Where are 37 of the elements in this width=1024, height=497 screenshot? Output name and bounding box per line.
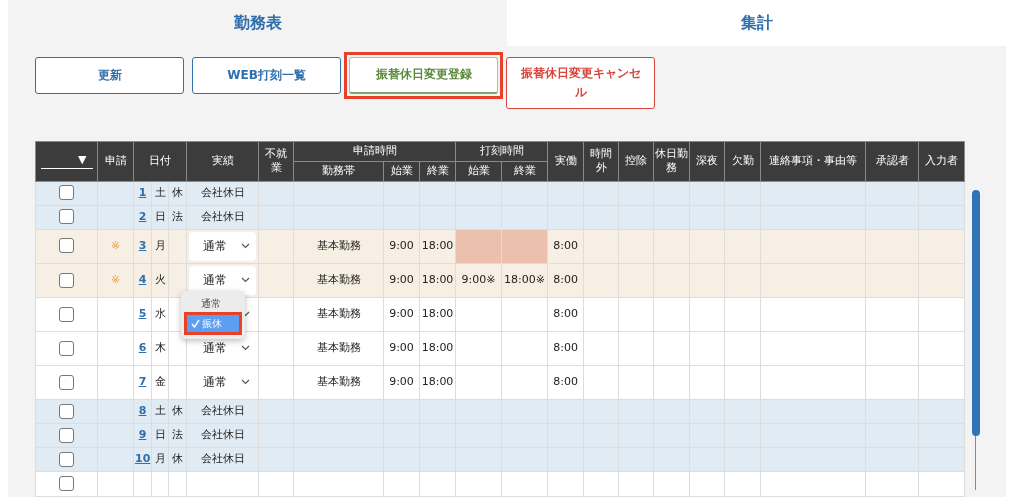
column-header: 打刻時間 [455,141,548,162]
date-link[interactable]: 5 [138,307,147,321]
column-header: 欠勤 [724,141,761,182]
action-button[interactable]: 振替休日変更キャンセル [506,57,655,110]
column-header: 承認者 [865,141,919,182]
result-select[interactable]: 通常 [189,231,256,261]
action-button[interactable]: 更新 [35,57,184,94]
shift-cell: 基本勤務 [293,229,384,264]
column-header: 控除 [618,141,654,182]
column-header: 連絡事項・事由等 [760,141,866,182]
dropdown-option[interactable]: 振休 [187,314,239,332]
date-link[interactable]: 3 [138,239,147,252]
column-header: 実働 [547,141,584,182]
action-button[interactable]: 振替休日変更登録 [349,57,498,94]
punch-time-cell: 9:00※ [455,263,502,298]
date-link[interactable]: 7 [138,375,147,389]
action-button[interactable]: WEB打刻一覧 [192,57,341,94]
select-all-header[interactable]: ▼ [35,141,98,182]
select-all-dropdown[interactable]: ▼ [40,153,93,170]
shift-cell: 基本勤務 [293,263,384,298]
shift-cell: 基本勤務 [293,331,384,366]
date-link[interactable]: 4 [138,273,147,286]
column-header: 不就業 [258,141,294,182]
column-header: 申請 [97,141,134,182]
date-link[interactable]: 6 [138,341,147,355]
column-header: 休日勤務 [653,141,690,182]
column-header: 入力者 [918,141,965,182]
column-header: 深夜 [689,141,725,182]
column-header: 実績 [186,141,259,182]
column-header: 時間外 [583,141,619,182]
column-header: 日付 [133,141,187,182]
tab[interactable]: 集計 [507,0,1006,46]
shift-cell: 基本勤務 [293,297,384,332]
column-header: 申請時間 [293,141,456,162]
shift-cell: 基本勤務 [293,365,384,400]
dropdown-option[interactable]: 通常 [184,294,242,312]
punch-time-cell: 18:00※ [501,263,548,298]
